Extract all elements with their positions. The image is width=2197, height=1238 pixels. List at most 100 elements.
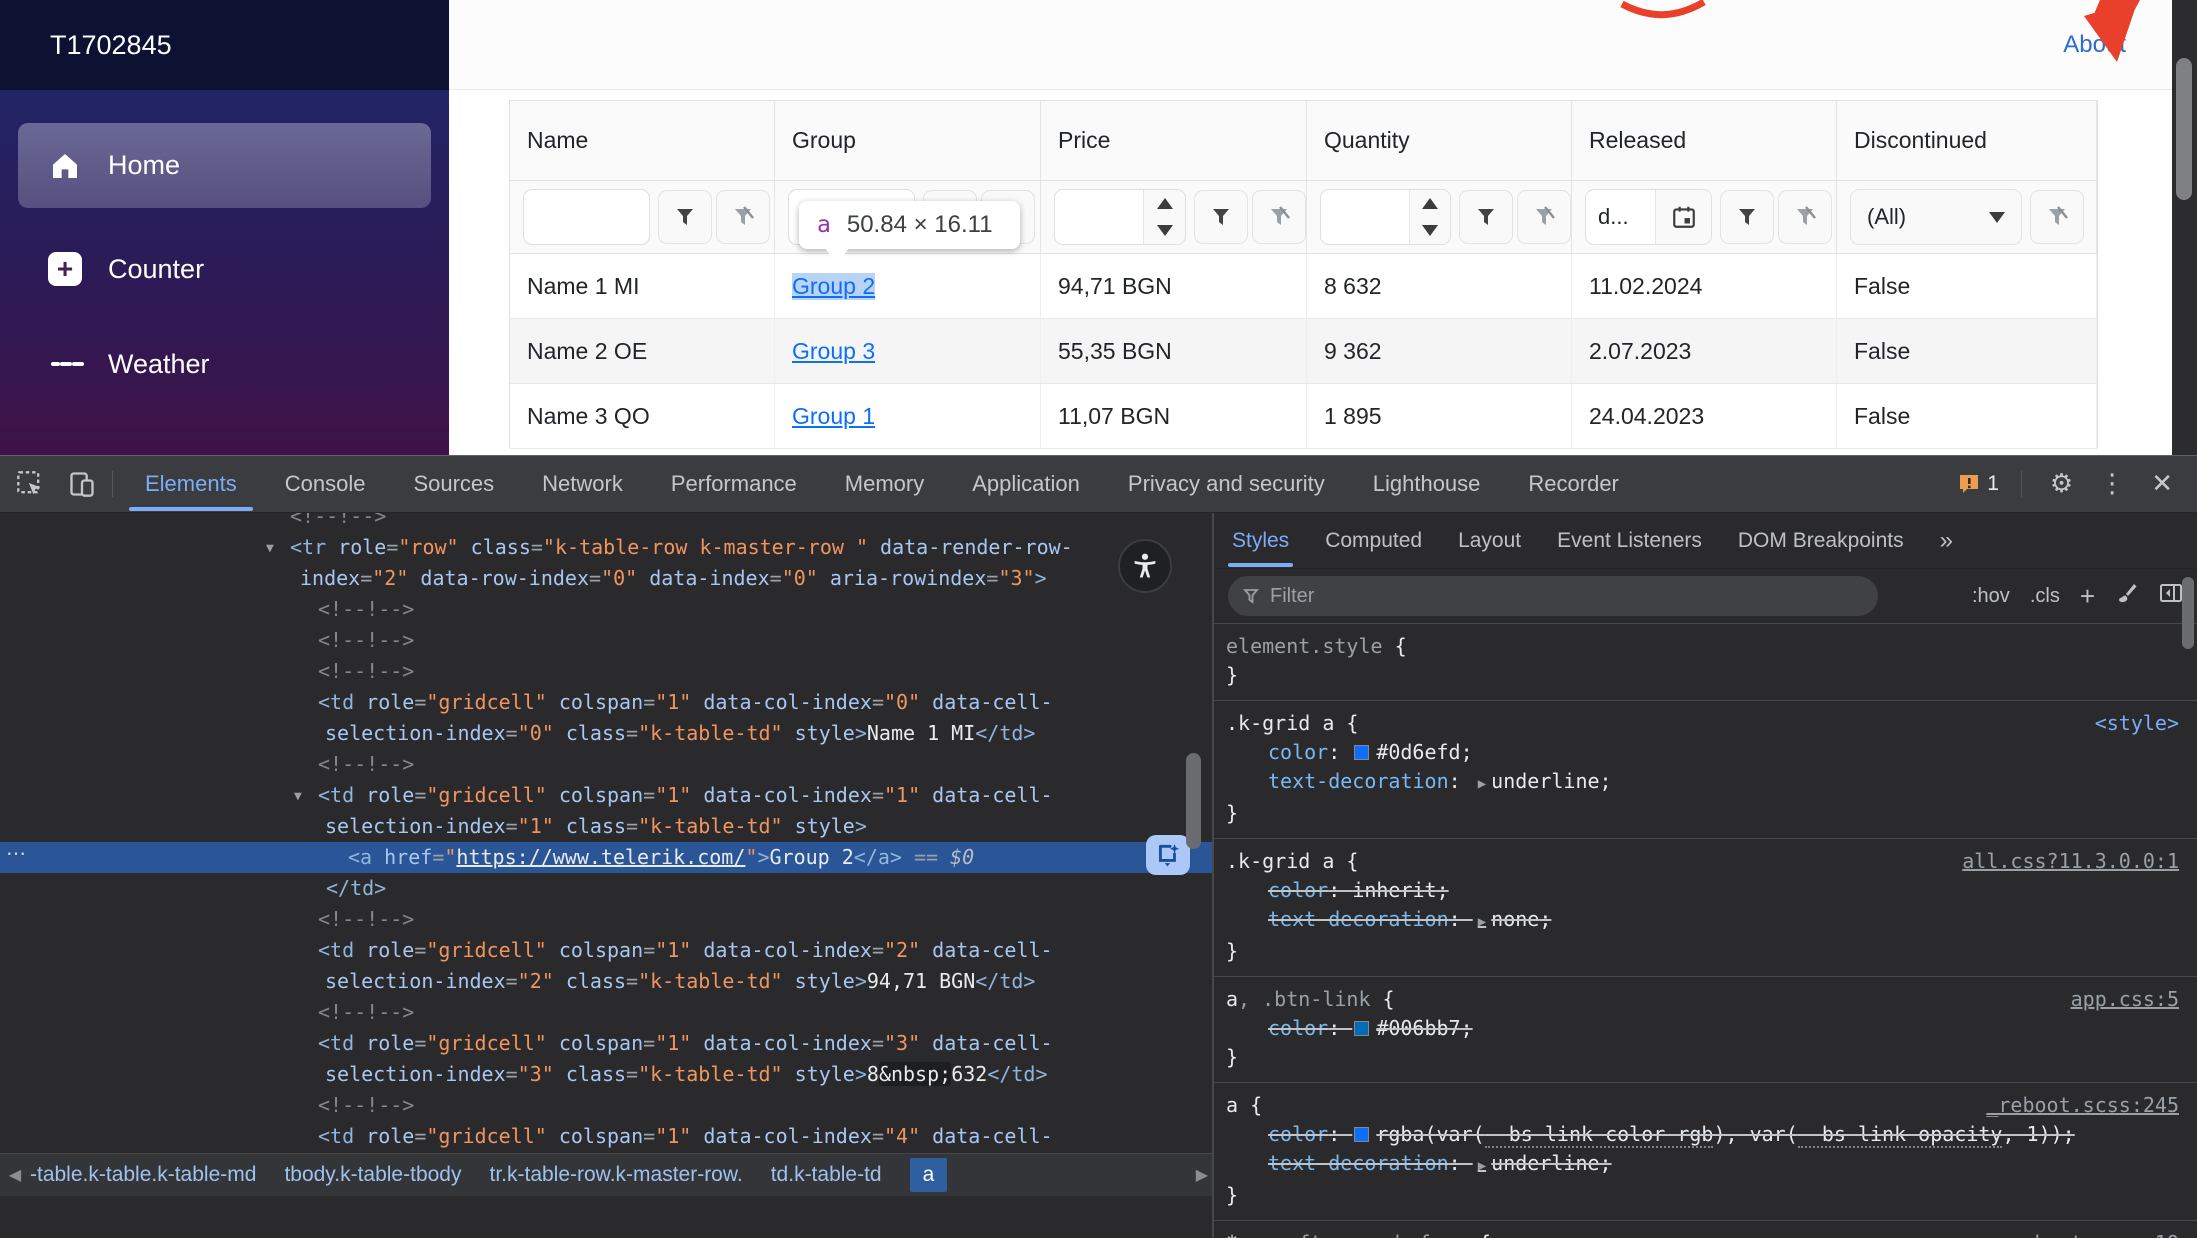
sidebar-item-home[interactable]: Home [18, 123, 431, 208]
rule-selector[interactable]: _reboot.scss:245 a { [1226, 1091, 2187, 1120]
code-line[interactable]: ▼ <tr role="row" class="k-table-row k-mas… [0, 532, 1212, 563]
issues-counter[interactable]: 1 [1957, 472, 1999, 496]
code-line[interactable]: <a href="https://www.telerik.com/">Group… [0, 842, 1212, 873]
code-line[interactable]: <!--!--> [0, 1090, 1212, 1121]
released-filter-input[interactable]: d... [1586, 190, 1655, 244]
devtools-tab-network[interactable]: Network [518, 456, 647, 512]
css-declaration[interactable]: color: #0d6efd; [1226, 738, 2187, 767]
breadcrumb-item[interactable]: td.k-table-td [771, 1163, 882, 1187]
devtools-tab-console[interactable]: Console [261, 456, 390, 512]
name-filter-input[interactable] [523, 189, 650, 245]
code-line[interactable]: <!--!--> [0, 625, 1212, 656]
devtools-tab-elements[interactable]: Elements [121, 456, 261, 512]
code-line[interactable]: index="2" data-row-index="0" data-index=… [0, 563, 1212, 594]
code-line[interactable]: selection-index="2" class="k-table-td" s… [0, 966, 1212, 997]
styles-tab-computed[interactable]: Computed [1325, 513, 1422, 568]
devtools-tab-application[interactable]: Application [948, 456, 1104, 512]
spinner-up-icon[interactable] [1410, 190, 1450, 217]
column-header-price[interactable]: Price [1041, 101, 1307, 180]
price-clear-filter-button[interactable] [1252, 190, 1306, 244]
toggle-sidebar-icon[interactable] [2159, 581, 2183, 611]
column-header-discontinued[interactable]: Discontinued [1837, 101, 2097, 180]
new-style-rule-button[interactable]: + [2080, 581, 2095, 612]
code-line[interactable]: <!--!--> [0, 656, 1212, 687]
code-line[interactable]: <td role="gridcell" colspan="1" data-col… [0, 1028, 1212, 1059]
rule-source-link[interactable]: <style> [2095, 709, 2179, 738]
rule-source-link[interactable]: app.css:5 [2071, 985, 2179, 1014]
styles-tab-event-listeners[interactable]: Event Listeners [1557, 513, 1702, 568]
devtools-tab-lighthouse[interactable]: Lighthouse [1349, 456, 1505, 512]
code-line[interactable]: <!--!--> [0, 594, 1212, 625]
table-row[interactable]: Name 2 OE Group 3 55,35 BGN 9 362 2.07.2023 F… [510, 319, 2097, 384]
css-declaration[interactable]: color: #006bb7; [1226, 1014, 2187, 1043]
code-line[interactable]: <!--!--> [0, 749, 1212, 780]
column-header-released[interactable]: Released [1572, 101, 1837, 180]
breadcrumb-left-arrow-icon[interactable]: ◀ [0, 1165, 30, 1185]
css-declaration[interactable]: color: rgba(var(--bs-link-color-rgb), va… [1226, 1120, 2187, 1149]
rule-source-link[interactable]: all.css?11.3.0.0:1 [1962, 847, 2179, 876]
device-toolbar-button[interactable] [60, 462, 104, 506]
code-line[interactable]: selection-index="3" class="k-table-td" s… [0, 1059, 1212, 1090]
breadcrumb-item[interactable]: tr.k-table-row.k-master-row. [489, 1163, 742, 1187]
code-line[interactable]: <!--!--> [0, 904, 1212, 935]
color-swatch[interactable] [1354, 745, 1370, 760]
rule-source-link[interactable]: _reboot.scss:19 [1998, 1229, 2179, 1238]
breadcrumb-right-arrow-icon[interactable]: ▶ [1196, 1154, 1208, 1196]
rule-source-link[interactable]: _reboot.scss:245 [1986, 1091, 2179, 1120]
table-row[interactable]: Name 1 MI Group 2 94,71 BGN 8 632 11.02.2024… [510, 254, 2097, 319]
elements-scrollbar-thumb[interactable] [1186, 753, 1201, 849]
css-declaration[interactable]: text-decoration: ▶ none; [1226, 905, 2187, 937]
spinner-up-icon[interactable] [1144, 190, 1185, 217]
rule-selector[interactable]: element.style { [1226, 632, 2187, 661]
released-clear-filter-button[interactable] [1778, 190, 1832, 244]
page-scrollbar-thumb[interactable] [2176, 58, 2192, 200]
inspect-element-button[interactable] [8, 462, 52, 506]
discontinued-filter-select[interactable]: (All) [1850, 189, 2022, 245]
column-header-quantity[interactable]: Quantity [1307, 101, 1572, 180]
rendering-brush-icon[interactable] [2115, 581, 2139, 611]
code-line[interactable]: <!--!--> [0, 997, 1212, 1028]
price-filter-button[interactable] [1194, 190, 1248, 244]
selected-node-menu-dots[interactable]: ⋯ [6, 841, 28, 866]
expand-triangle-icon[interactable]: ▶ [1473, 914, 1491, 930]
code-line[interactable]: selection-index="1" class="k-table-td" s… [0, 811, 1212, 842]
rule-selector[interactable]: _reboot.scss:19*, ::after, ::before { [1226, 1229, 2187, 1238]
code-line[interactable]: ▼ <td role="gridcell" colspan="1" data-co… [0, 780, 1212, 811]
group-link[interactable]: Group 1 [792, 403, 875, 430]
price-filter-input[interactable] [1055, 190, 1143, 244]
styles-scrollbar-thumb[interactable] [2182, 577, 2194, 649]
rule-selector[interactable]: all.css?11.3.0.0:1 .k-grid a { [1226, 847, 2187, 876]
code-line[interactable]: selection-index="0" class="k-table-td" s… [0, 718, 1212, 749]
column-header-group[interactable]: Group [775, 101, 1041, 180]
quantity-filter-input[interactable] [1321, 190, 1409, 244]
name-clear-filter-button[interactable] [716, 190, 770, 244]
devtools-tab-recorder[interactable]: Recorder [1504, 456, 1642, 512]
rule-selector[interactable]: app.css:5 a, .btn-link { [1226, 985, 2187, 1014]
css-declaration[interactable]: color: inherit; [1226, 876, 2187, 905]
table-row[interactable]: Name 3 QO Group 1 11,07 BGN 1 895 24.04.2023… [510, 384, 2097, 449]
code-line[interactable]: <!--!--> [0, 513, 1212, 532]
devtools-tab-privacy-and-security[interactable]: Privacy and security [1104, 456, 1349, 512]
devtools-tab-sources[interactable]: Sources [389, 456, 518, 512]
breadcrumb-item[interactable]: a [909, 1158, 948, 1192]
color-swatch[interactable] [1354, 1021, 1370, 1036]
code-line[interactable]: <td role="gridcell" colspan="1" data-col… [0, 1121, 1212, 1152]
released-filter-button[interactable] [1720, 190, 1774, 244]
breadcrumb-item[interactable]: -table.k-table.k-table-md [30, 1163, 256, 1187]
pseudo-state-toggle[interactable]: :hov [1972, 585, 2010, 608]
styles-tab-styles[interactable]: Styles [1227, 513, 1294, 568]
column-header-name[interactable]: Name [510, 101, 775, 180]
close-devtools-icon[interactable]: ✕ [2145, 469, 2179, 499]
sidebar-item-weather[interactable]: Weather [18, 333, 431, 395]
styles-filter-input[interactable]: Filter [1228, 576, 1878, 616]
element-classes-toggle[interactable]: .cls [2030, 585, 2060, 608]
css-declaration[interactable]: text-decoration: ▶ underline; [1226, 767, 2187, 799]
about-link[interactable]: About [2063, 0, 2126, 90]
spinner-down-icon[interactable] [1410, 217, 1450, 244]
group-link[interactable]: Group 3 [792, 338, 875, 365]
more-options-kebab-icon[interactable]: ⋮ [2093, 469, 2131, 499]
devtools-tab-performance[interactable]: Performance [647, 456, 821, 512]
more-tabs-icon[interactable]: » [1940, 527, 1953, 555]
expand-triangle-icon[interactable]: ▶ [1473, 776, 1491, 792]
ai-assistant-badge[interactable] [1146, 835, 1190, 875]
